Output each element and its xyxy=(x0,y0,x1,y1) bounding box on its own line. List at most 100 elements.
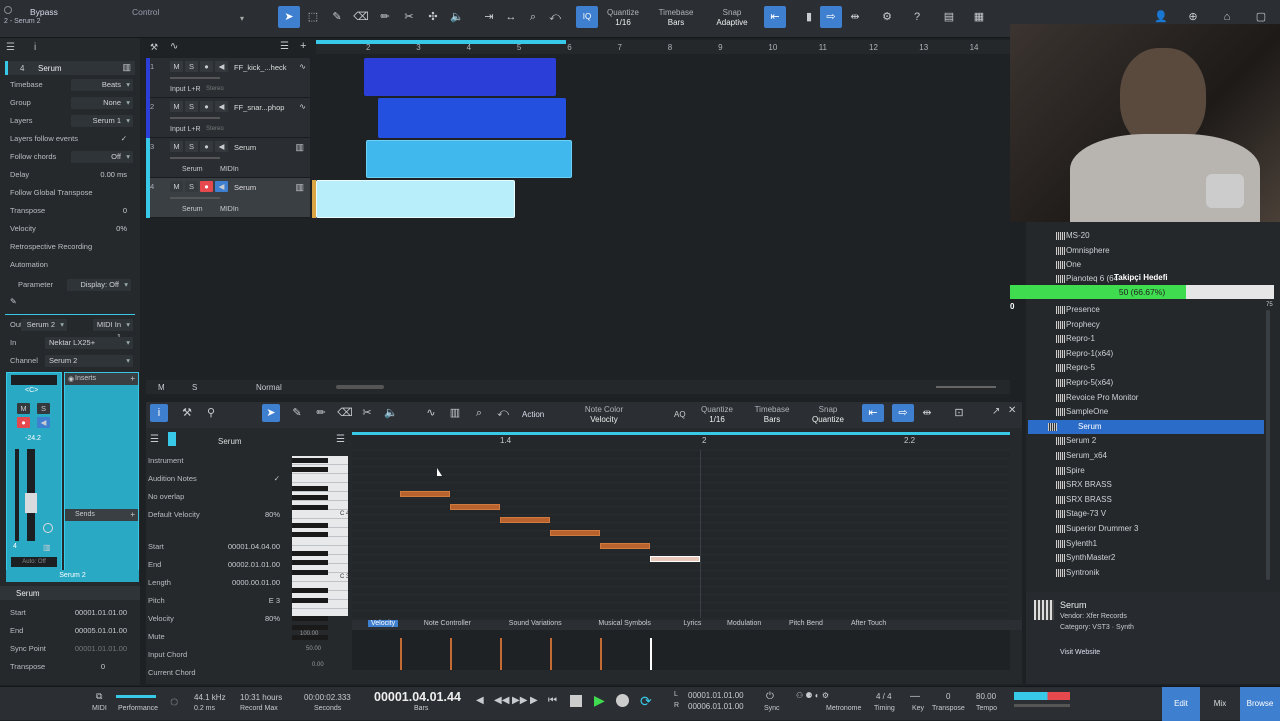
eraser-icon[interactable]: ⌫ xyxy=(350,6,372,28)
automation-icon[interactable]: ∿ xyxy=(170,41,178,52)
browser-item[interactable]: Repro-5(x64) xyxy=(1056,376,1280,390)
record-button[interactable]: ● xyxy=(17,417,30,428)
editor-pencil-icon[interactable]: ✎ xyxy=(286,404,308,422)
tool-icon[interactable]: ⚒ xyxy=(150,42,158,53)
edit-button[interactable]: Edit xyxy=(1162,687,1200,721)
note-prop-value[interactable]: 00001.04.04.00 xyxy=(228,542,280,551)
aq-button[interactable]: AQ xyxy=(674,410,686,419)
console-icon[interactable]: ▤ xyxy=(938,6,960,28)
monitor-button[interactable]: ◀ xyxy=(37,417,50,428)
in-dropdown[interactable]: Nektar LX25+ xyxy=(45,337,133,349)
track-monitor-button[interactable]: ◀ xyxy=(215,101,228,112)
editor-quantize-value[interactable]: 1/16 xyxy=(694,415,740,425)
range-tool-icon[interactable]: ⬚ xyxy=(302,6,324,28)
black-key[interactable] xyxy=(292,485,328,491)
editor-snap-value[interactable]: Quantize xyxy=(802,415,854,425)
fader-handle[interactable] xyxy=(25,493,37,513)
transpose-value[interactable]: 0 xyxy=(946,692,950,701)
editor-ruler[interactable]: 1.4 2 2.2 xyxy=(352,432,1010,448)
clip-kick[interactable] xyxy=(364,58,556,96)
track-volume[interactable] xyxy=(170,117,220,119)
track-name[interactable]: Serum xyxy=(234,183,256,192)
browse-button[interactable]: Browse xyxy=(1240,687,1280,721)
editor-list-icon[interactable]: ☰ xyxy=(336,434,345,445)
browser-item[interactable]: Omnisphere xyxy=(1056,244,1280,258)
browser-item[interactable]: MS-20 xyxy=(1056,229,1280,243)
add-insert-icon[interactable]: + xyxy=(130,374,135,383)
inspector-row-value[interactable]: Serum 1 xyxy=(71,115,133,127)
sync-point-value[interactable]: 00001.01.01.00 xyxy=(75,644,127,653)
velocity-bar[interactable] xyxy=(400,638,402,670)
editor-tab[interactable]: Musical Symbols xyxy=(595,620,654,627)
track-record-button[interactable]: ● xyxy=(200,61,213,72)
bounce-icon[interactable]: ⤺ xyxy=(544,6,566,28)
track-volume[interactable] xyxy=(170,197,220,199)
forward-icon[interactable]: ▶▶ xyxy=(512,695,527,706)
inspector-row-value[interactable]: 0 xyxy=(123,206,127,215)
play-loop-icon[interactable]: ⇥ xyxy=(478,6,500,28)
editor-keys-icon[interactable]: ▥ xyxy=(444,404,466,422)
browser-item[interactable]: Serum_x64 xyxy=(1056,449,1280,463)
browser-item[interactable]: Pianoteq 6 (64 xyxy=(1056,272,1280,286)
solo-button[interactable]: S xyxy=(37,403,50,414)
editor-tab[interactable]: Lyrics xyxy=(680,620,704,627)
fit-icon[interactable]: ↔ xyxy=(500,6,522,28)
note-prop-value[interactable]: E 3 xyxy=(269,596,280,605)
track-header[interactable]: 2 M S ● ◀ FF_snar...phop ∿ Input L+R Ster… xyxy=(146,98,310,138)
quantize-value[interactable]: 1/16 xyxy=(600,18,646,28)
browser-item[interactable]: SRX BRASS xyxy=(1056,478,1280,492)
track-name[interactable]: Serum xyxy=(234,143,256,152)
track-solo-button[interactable]: S xyxy=(185,61,198,72)
action-menu[interactable]: Action xyxy=(522,410,544,419)
loop-range[interactable] xyxy=(316,40,566,44)
velocity-bar[interactable] xyxy=(650,638,652,670)
marker-icon[interactable]: ⇹ xyxy=(844,6,866,28)
loop-end[interactable]: 00006.01.01.00 xyxy=(688,702,744,711)
master-volume[interactable] xyxy=(1014,704,1070,707)
footer-m[interactable]: M xyxy=(158,383,165,392)
browser-item[interactable]: SynthMaster2 xyxy=(1056,551,1280,565)
midi-note[interactable] xyxy=(500,517,550,523)
bend-tool-icon[interactable]: ✣ xyxy=(422,6,444,28)
midi-note[interactable] xyxy=(650,556,700,562)
velocity-bar[interactable] xyxy=(500,638,502,670)
editor-snap-icon[interactable]: ⇤ xyxy=(862,404,884,422)
info-icon[interactable]: i xyxy=(34,42,36,53)
midi-note[interactable] xyxy=(600,543,650,549)
editor-wave-icon[interactable]: ∿ xyxy=(420,404,442,422)
black-key[interactable] xyxy=(292,588,328,594)
clip-serum-4[interactable] xyxy=(316,180,515,218)
black-key[interactable] xyxy=(292,551,328,556)
pan-knob[interactable] xyxy=(11,375,57,385)
browser-scrollbar[interactable] xyxy=(1266,310,1270,580)
follow-icon[interactable]: ⇨ xyxy=(820,6,842,28)
footer-normal[interactable]: Normal xyxy=(256,383,282,392)
note-prop-value[interactable]: 00002.01.01.00 xyxy=(228,560,280,569)
editor-mute-icon[interactable]: ✂ xyxy=(356,404,378,422)
rewind-icon[interactable]: ◀◀ xyxy=(494,695,509,706)
iq-button[interactable]: IQ xyxy=(576,6,598,28)
forward-end-icon[interactable]: ▶ xyxy=(530,695,538,706)
browser-item[interactable]: Repro-1(x64) xyxy=(1056,347,1280,361)
out-dropdown[interactable]: Serum 2 xyxy=(21,319,67,331)
track-mute-button[interactable]: M xyxy=(170,61,183,72)
inspector-row-value[interactable]: 0.00 ms xyxy=(100,170,127,179)
black-key[interactable] xyxy=(292,523,328,529)
menu-icon[interactable]: ☰ xyxy=(6,42,15,53)
editor-tab[interactable]: Velocity xyxy=(368,620,399,627)
midi-note[interactable] xyxy=(400,491,450,497)
editor-tools-icon[interactable]: ⚒ xyxy=(176,404,198,422)
perf-icon[interactable]: ◌ xyxy=(170,693,178,709)
track-list-icon[interactable]: ☰ xyxy=(280,41,289,52)
paint-tool-icon[interactable]: ✏ xyxy=(374,6,396,28)
split-tool-icon[interactable]: ✎ xyxy=(326,6,348,28)
black-key[interactable] xyxy=(292,504,328,510)
channel-dropdown[interactable]: Serum 2 xyxy=(45,355,133,367)
editor-tab[interactable]: Sound Variations xyxy=(506,620,565,627)
black-key[interactable] xyxy=(292,458,328,463)
track-monitor-button[interactable]: ◀ xyxy=(215,61,228,72)
power-small-icon[interactable]: ◉ xyxy=(68,375,74,383)
black-key[interactable] xyxy=(292,625,328,631)
metronome-icons[interactable]: ⚇ ⚈ ◐ ⚙ xyxy=(796,691,829,700)
black-key[interactable] xyxy=(292,560,328,566)
